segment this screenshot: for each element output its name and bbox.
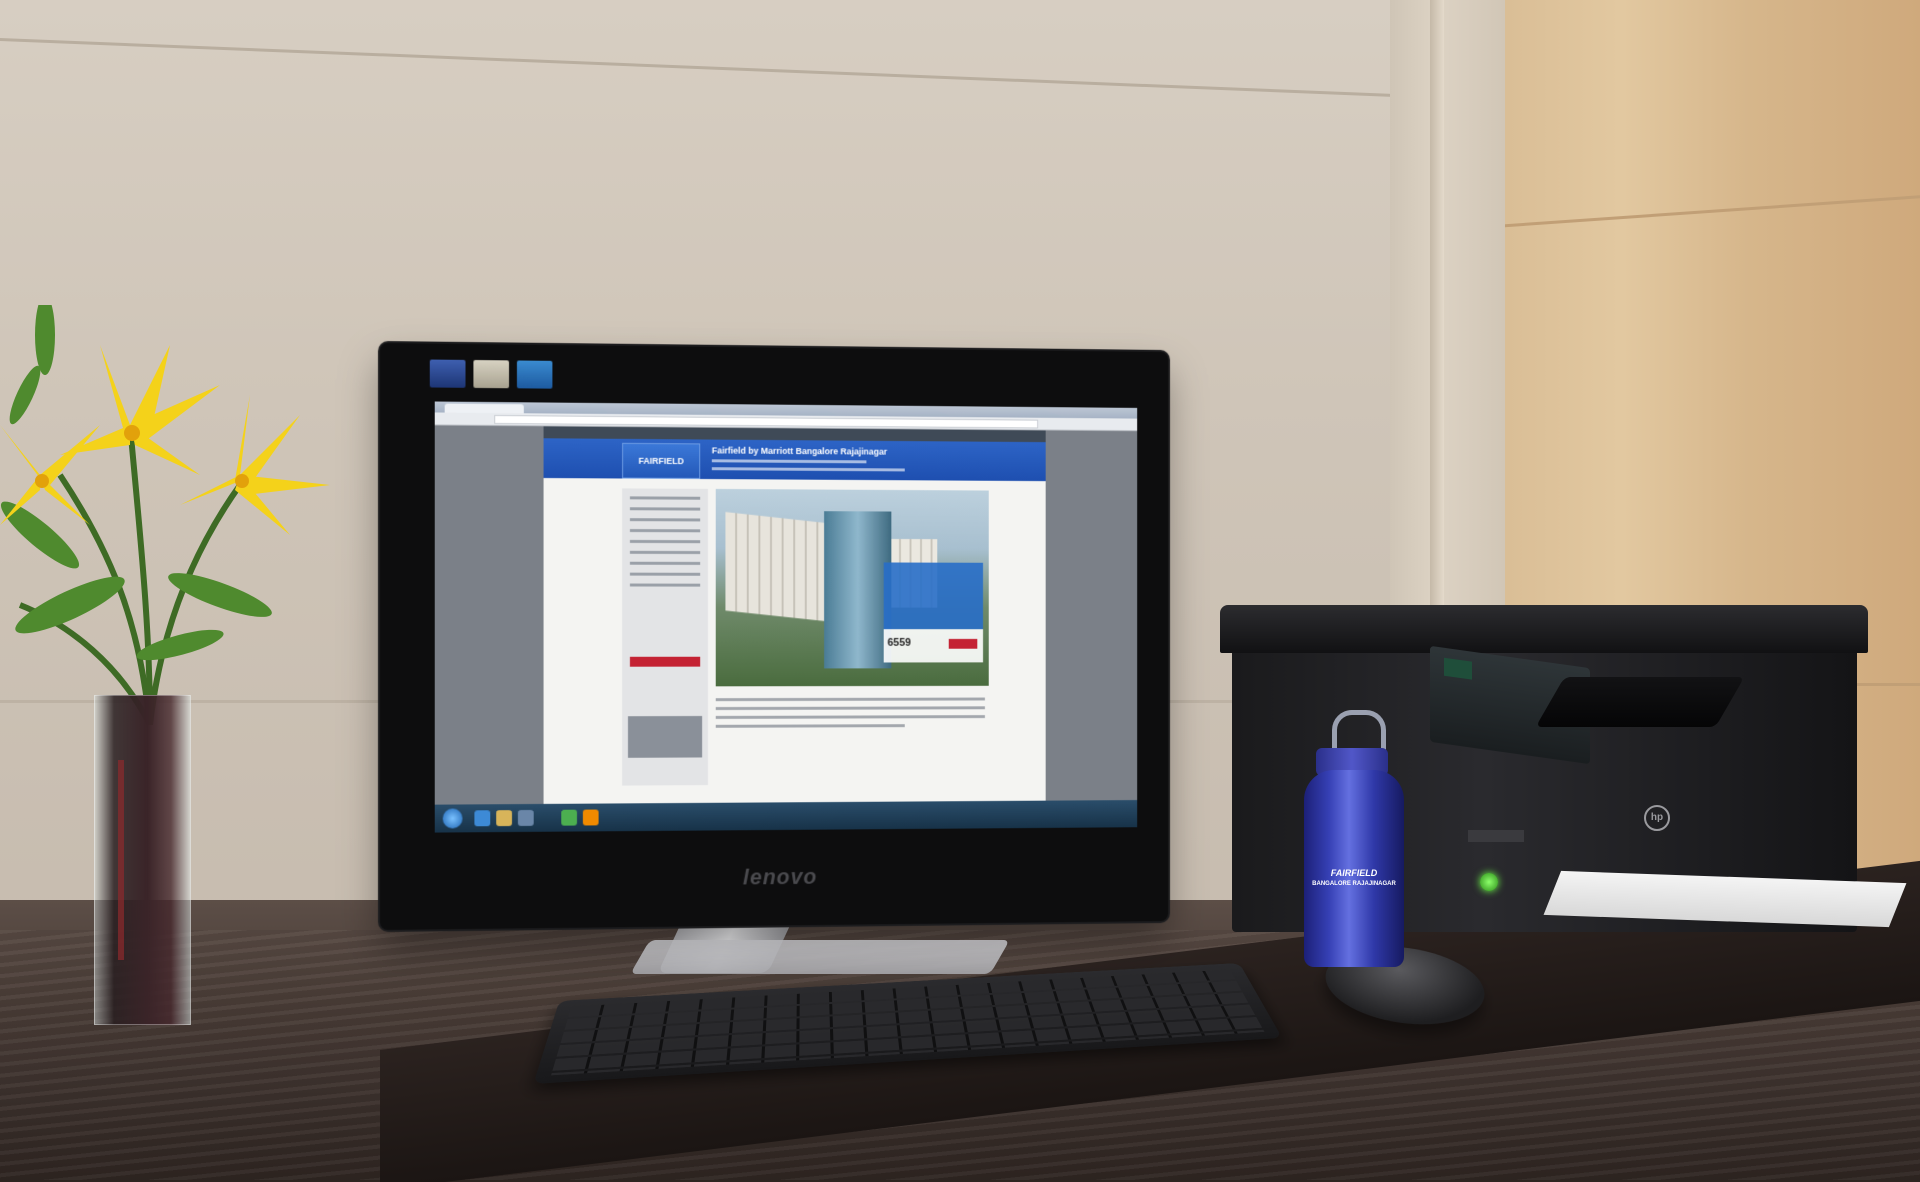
browser-viewport: FAIRFIELD Fairfield by Marriott Bangalor… (434, 425, 1138, 805)
availability-form (622, 488, 708, 786)
printer-model-label (1468, 830, 1524, 842)
quick-links-panel[interactable] (883, 562, 984, 630)
folder-icon[interactable] (496, 810, 512, 827)
windows-taskbar (434, 800, 1138, 833)
blue-water-bottle: FAIRFIELD BANGALORE RAJAJINAGAR (1304, 770, 1404, 967)
power-button-icon[interactable] (1480, 873, 1498, 891)
promo-box (627, 715, 703, 758)
rate-price: 6559 (887, 636, 911, 649)
photo-scene: FAIRFIELD Fairfield by Marriott Bangalor… (0, 0, 1920, 1182)
intel-sticker (429, 359, 466, 388)
monitor-stand-base (630, 940, 1010, 974)
printer-lcd (1444, 657, 1472, 680)
bottle-location: BANGALORE RAJAJINAGAR (1312, 881, 1396, 887)
bottle-logo: FAIRFIELD BANGALORE RAJAJINAGAR (1304, 868, 1404, 890)
printer-output-tray (1535, 677, 1745, 727)
hotel-description (715, 692, 985, 734)
glass-vase (94, 695, 191, 1025)
chrome-icon[interactable] (561, 809, 577, 826)
monitor-brand-logo: lenovo (742, 864, 818, 890)
hotel-webpage: FAIRFIELD Fairfield by Marriott Bangalor… (543, 426, 1046, 804)
book-button[interactable] (948, 638, 978, 649)
site-header: FAIRFIELD Fairfield by Marriott Bangalor… (543, 438, 1046, 482)
start-button-icon[interactable] (442, 808, 463, 829)
hotel-address-line (711, 459, 867, 464)
hp-logo: hp (1644, 805, 1670, 831)
hotel-contact-line (711, 467, 905, 472)
media-icon[interactable] (517, 809, 534, 826)
fairfield-logo[interactable]: FAIRFIELD (622, 442, 701, 479)
printer-scanner-lid (1220, 605, 1868, 653)
monitor-screen[interactable]: FAIRFIELD Fairfield by Marriott Bangalor… (434, 401, 1138, 833)
bottle-brand: FAIRFIELD (1330, 868, 1378, 878)
find-button[interactable] (629, 656, 701, 667)
hotel-hero-image: 6559 (715, 488, 989, 687)
rate-box: 6559 (883, 629, 984, 663)
all-in-one-monitor: FAIRFIELD Fairfield by Marriott Bangalor… (380, 343, 1169, 930)
windows-sticker (473, 360, 510, 389)
monitor-stickers (429, 359, 553, 389)
energy-star-sticker (516, 360, 553, 389)
yellow-lilies (0, 305, 330, 725)
vlc-icon[interactable] (582, 809, 599, 826)
ie-icon[interactable] (474, 810, 491, 827)
hotel-title: Fairfield by Marriott Bangalore Rajajina… (711, 445, 888, 457)
glass-tower (824, 511, 892, 669)
vase-red-stripe (118, 760, 124, 960)
